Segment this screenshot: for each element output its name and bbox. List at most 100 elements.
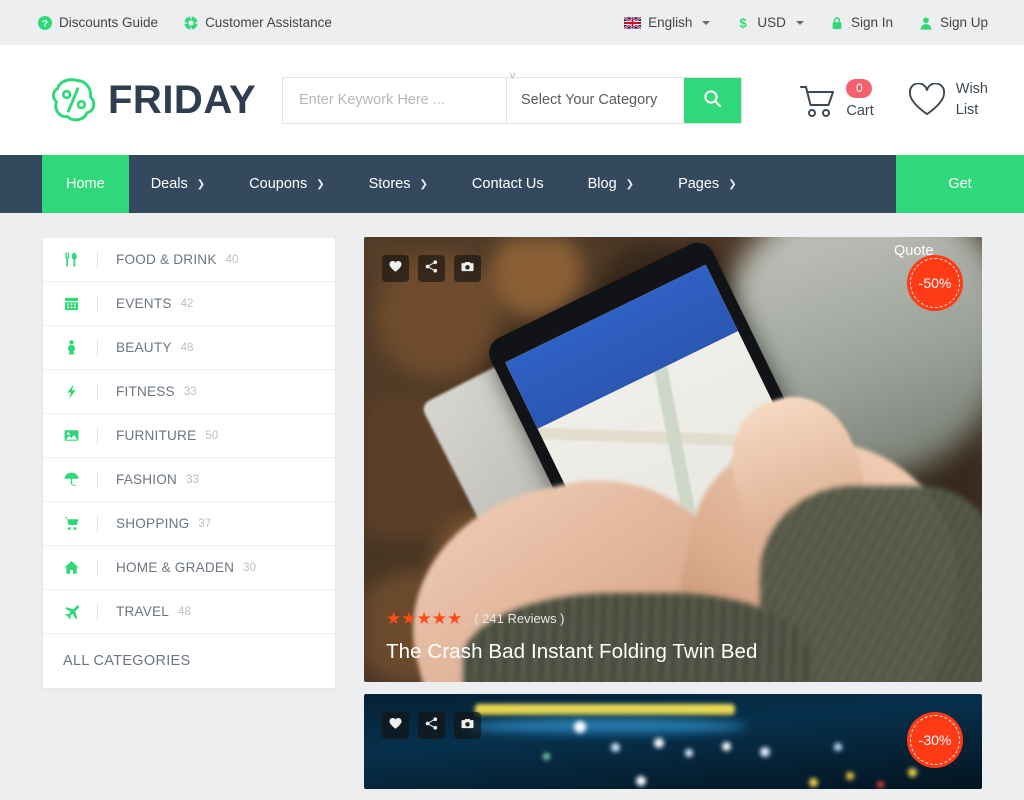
- main-navigation: Home Deals ❯ Coupons ❯ Stores ❯ Contact …: [0, 155, 1024, 213]
- sidebar-count-furniture: 50: [205, 429, 219, 442]
- view-photo-button[interactable]: [454, 255, 481, 282]
- share-button[interactable]: [418, 712, 445, 739]
- rating-row: ★★★★★ ( 241 Reviews ): [386, 610, 758, 627]
- sidebar-label-travel: TRAVEL: [116, 604, 170, 619]
- sidebar-label-events: EVENTS: [116, 296, 172, 311]
- cutlery-icon: [61, 252, 81, 267]
- discount-badge: -30%: [907, 712, 963, 768]
- share-button[interactable]: [418, 255, 445, 282]
- divider: [97, 515, 98, 532]
- nav-label-stores: Stores: [368, 176, 411, 192]
- sign-in-label: Sign In: [850, 15, 893, 30]
- sidebar-count-beauty: 48: [180, 341, 194, 354]
- divider: [97, 603, 98, 620]
- cart-icon: [61, 516, 81, 531]
- discounts-guide-label: Discounts Guide: [59, 15, 159, 30]
- nav-item-home[interactable]: Home: [42, 155, 129, 213]
- question-circle-icon: ?: [38, 15, 52, 30]
- dollar-icon: $: [736, 16, 750, 30]
- sidebar-count-shopping: 37: [198, 517, 212, 530]
- divider: [97, 471, 98, 488]
- get-quote-label: Get: [948, 176, 972, 192]
- nav-label-pages: Pages: [678, 176, 720, 192]
- site-logo[interactable]: FRIDAY: [50, 76, 282, 124]
- wishlist-widget[interactable]: Wish List: [908, 79, 988, 121]
- language-selector[interactable]: English: [624, 15, 711, 30]
- search-button[interactable]: [684, 77, 741, 123]
- page-content: FOOD & DRINK 40 EVENTS 42 BEAUTY 48 FITN…: [0, 213, 1024, 789]
- nav-item-deals[interactable]: Deals ❯: [129, 155, 227, 213]
- nav-item-stores[interactable]: Stores ❯: [347, 155, 450, 213]
- add-to-wishlist-button[interactable]: [382, 255, 409, 282]
- customer-assistance-link[interactable]: Customer Assistance: [184, 15, 332, 30]
- currency-selector[interactable]: $ USD: [736, 15, 804, 30]
- cart-text-column: 0 Cart: [846, 78, 874, 119]
- product-card[interactable]: -30%: [364, 694, 982, 789]
- chevron-down-icon: ❯: [728, 178, 737, 190]
- price-tag-percent-icon: [50, 76, 98, 124]
- divider: [97, 339, 98, 356]
- review-count: ( 241 Reviews ): [474, 611, 565, 626]
- discount-badge-label: -30%: [918, 732, 952, 748]
- cart-label: Cart: [846, 102, 874, 119]
- sign-up-link[interactable]: Sign Up: [919, 15, 988, 30]
- sidebar-item-all-categories[interactable]: ALL CATEGORIES: [43, 634, 335, 688]
- sidebar-item-home-garden[interactable]: HOME & GRADEN 30: [43, 546, 335, 590]
- sidebar-label-fitness: FITNESS: [116, 384, 175, 399]
- chevron-down-icon: ˅: [509, 68, 517, 83]
- sidebar-item-fashion[interactable]: FASHION 33: [43, 458, 335, 502]
- get-quote-button[interactable]: Get: [896, 155, 1024, 213]
- add-to-wishlist-button[interactable]: [382, 712, 409, 739]
- product-card[interactable]: -50% ★★★★★ ( 241 Reviews ) The Crash Bad…: [364, 237, 982, 682]
- lifebuoy-icon: [184, 15, 199, 30]
- sidebar-label-shopping: SHOPPING: [116, 516, 190, 531]
- nav-label-blog: Blog: [587, 176, 617, 192]
- sidebar-item-furniture[interactable]: FURNITURE 50: [43, 414, 335, 458]
- wishlist-label-line2: List: [955, 102, 979, 118]
- nav-item-coupons[interactable]: Coupons ❯: [227, 155, 346, 213]
- view-photo-button[interactable]: [454, 712, 481, 739]
- sidebar-count-fashion: 33: [186, 473, 199, 486]
- sidebar-item-shopping[interactable]: SHOPPING 37: [43, 502, 335, 546]
- search-input[interactable]: [283, 77, 506, 123]
- product-title[interactable]: The Crash Bad Instant Folding Twin Bed: [386, 640, 758, 664]
- sidebar-item-beauty[interactable]: BEAUTY 48: [43, 326, 335, 370]
- sidebar-count-travel: 48: [178, 605, 191, 618]
- discounts-guide-link[interactable]: ? Discounts Guide: [38, 15, 158, 30]
- image-icon: [61, 428, 81, 443]
- chevron-down-icon: [702, 20, 711, 25]
- currency-label: USD: [757, 15, 786, 30]
- cart-widget[interactable]: 0 Cart: [798, 78, 874, 122]
- chevron-down-icon: [795, 20, 804, 25]
- nav-item-pages[interactable]: Pages ❯: [656, 155, 759, 213]
- category-select-label: Select Your Category: [521, 92, 658, 108]
- chevron-down-icon: ❯: [316, 178, 325, 190]
- share-icon: [425, 259, 438, 278]
- divider: [97, 295, 98, 312]
- product-image: [364, 694, 982, 789]
- sidebar-count-food-drink: 40: [225, 253, 239, 266]
- sidebar-label-furniture: FURNITURE: [116, 428, 197, 443]
- heart-outline-icon: [908, 83, 946, 117]
- person-icon: [61, 340, 81, 355]
- category-select[interactable]: ˅ Select Your Category: [506, 69, 684, 123]
- chevron-down-icon: ❯: [625, 178, 635, 190]
- category-sidebar: FOOD & DRINK 40 EVENTS 42 BEAUTY 48 FITN…: [42, 237, 336, 689]
- product-action-buttons: [382, 712, 481, 739]
- sidebar-label-all-categories: ALL CATEGORIES: [63, 653, 191, 669]
- discount-badge: -50%: [907, 255, 963, 311]
- nav-item-blog[interactable]: Blog ❯: [566, 155, 656, 213]
- site-header: FRIDAY ˅ Select Your Category 0: [0, 45, 1024, 155]
- sidebar-item-fitness[interactable]: FITNESS 33: [43, 370, 335, 414]
- sidebar-label-food-drink: FOOD & DRINK: [116, 252, 217, 267]
- top-bar: ? Discounts Guide Customer Assistance En…: [0, 0, 1024, 45]
- sign-in-link[interactable]: Sign In: [830, 15, 893, 30]
- sidebar-item-events[interactable]: EVENTS 42: [43, 282, 335, 326]
- customer-assistance-label: Customer Assistance: [205, 15, 332, 30]
- nav-item-contact-us[interactable]: Contact Us: [450, 155, 566, 213]
- sidebar-label-fashion: FASHION: [116, 472, 178, 487]
- sidebar-item-travel[interactable]: TRAVEL 48: [43, 590, 335, 634]
- sidebar-item-food-drink[interactable]: FOOD & DRINK 40: [43, 238, 335, 282]
- svg-text:?: ?: [42, 18, 48, 29]
- search-bar: ˅ Select Your Category: [282, 69, 742, 124]
